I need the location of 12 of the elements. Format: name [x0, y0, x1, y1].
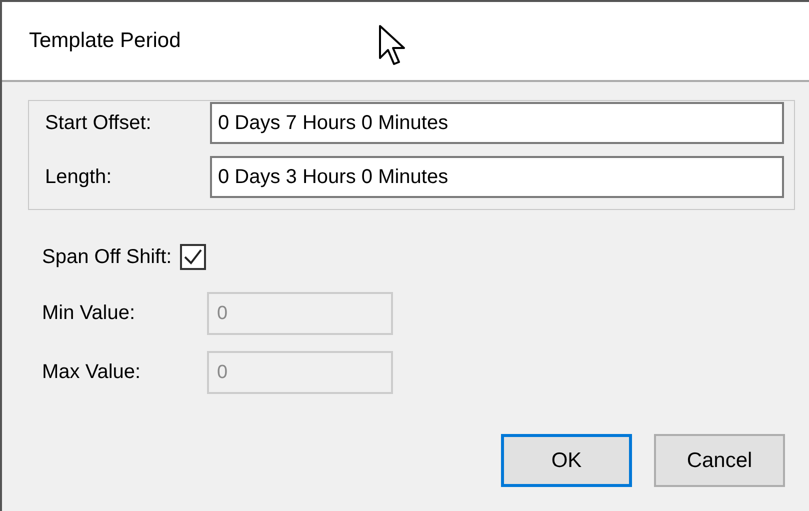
- field-label: Length:: [45, 166, 113, 188]
- ok-button[interactable]: OK: [501, 434, 632, 487]
- cancel-button[interactable]: Cancel: [654, 434, 785, 487]
- checkbox[interactable]: [180, 244, 206, 270]
- field-label: Max Value:: [42, 361, 142, 384]
- field-label: Start Offset:: [45, 112, 152, 134]
- checkbox-label: Span Off Shift:: [42, 246, 172, 268]
- input-field[interactable]: 0 Days 3 Hours 0 Minutes: [210, 156, 784, 198]
- input-field[interactable]: 0 Days 7 Hours 0 Minutes: [210, 102, 784, 144]
- window-title: Template Period: [29, 29, 181, 53]
- mouse-pointer-icon: [378, 24, 406, 66]
- field-label: Min Value:: [42, 302, 136, 325]
